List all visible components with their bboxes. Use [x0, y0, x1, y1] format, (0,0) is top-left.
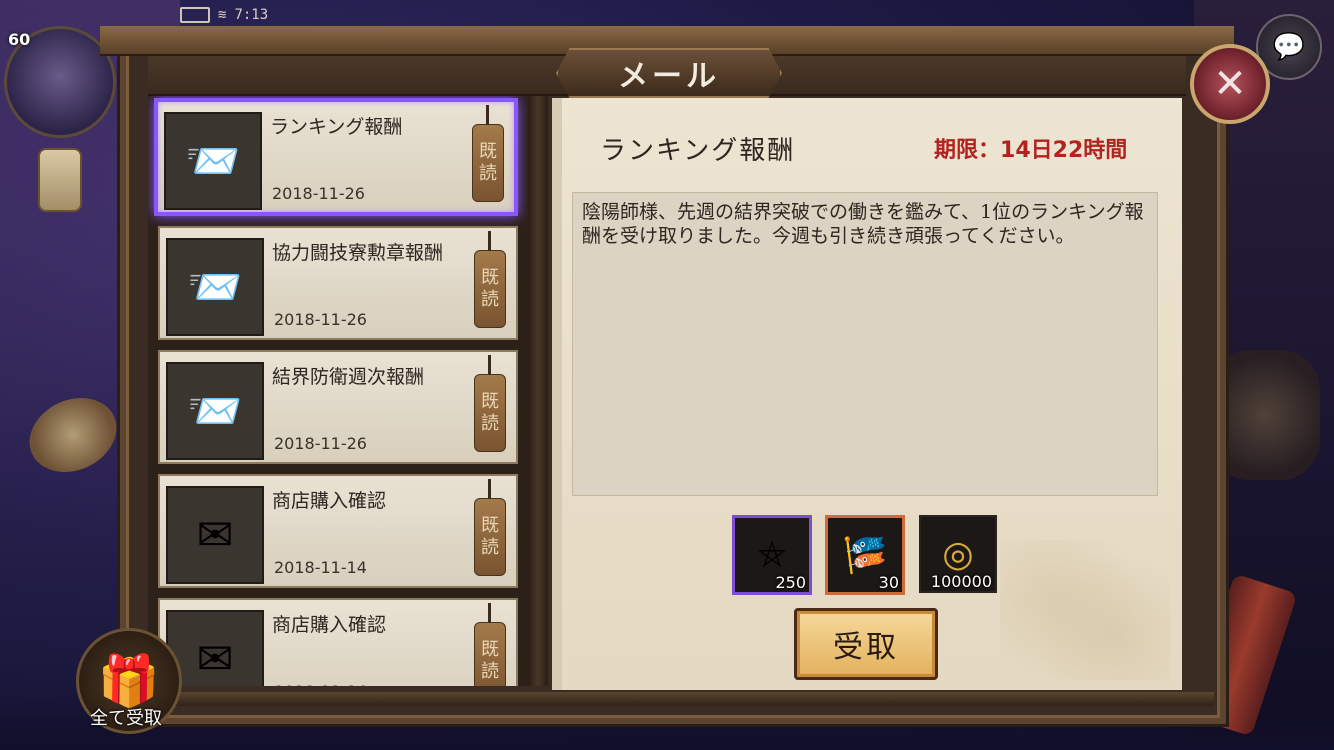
gift-box-icon: 🎁 — [97, 651, 161, 710]
wifi-icon: ≋ — [218, 7, 227, 23]
mail-item-title: ランキング報酬 — [270, 116, 403, 138]
chat-bubble-icon: 💬 — [1272, 32, 1306, 62]
close-icon: ✕ — [1213, 61, 1247, 107]
mail-item[interactable]: 📨 協力闘技寮勲章報酬 2018-11-26 既読 — [158, 226, 518, 340]
skin-banner-icon: 🎏 — [842, 535, 888, 576]
claim-all-label: 全て受取 — [90, 708, 162, 729]
status-bar: ≋ 7:13 — [180, 4, 268, 26]
reward-count: 250 — [775, 573, 806, 592]
reward-item[interactable]: 🎏 30 — [825, 515, 905, 595]
read-tag: 既読 — [474, 479, 506, 576]
charm-ornament — [38, 148, 82, 212]
reward-item[interactable]: ◎ 100000 — [919, 515, 997, 593]
read-tag: 既読 — [474, 231, 506, 328]
mail-item[interactable]: 📨 結界防衛週次報酬 2018-11-26 既読 — [158, 350, 518, 464]
mail-item-date: 2018-11-14 — [274, 682, 367, 686]
cloud-decoration — [1000, 540, 1170, 680]
player-level: 60 — [8, 30, 31, 49]
read-tag: 既読 — [474, 355, 506, 452]
battery-icon — [180, 7, 210, 23]
mail-item-date: 2018-11-14 — [274, 558, 367, 577]
mail-list[interactable]: 📨 ランキング報酬 2018-11-26 既読 📨 協力闘技寮勲章報酬 2018… — [148, 96, 528, 686]
deadline-label: 期限： — [934, 138, 1001, 163]
page-title: メール — [618, 59, 720, 94]
read-tag: 既読 — [474, 603, 506, 686]
mail-item-title: 商店購入確認 — [272, 490, 387, 512]
status-time: 7:13 — [234, 7, 269, 23]
reward-count: 30 — [878, 573, 899, 592]
mail-body-text: 陰陽師様、先週の結界突破での働きを鑑みて、1位のランキング報酬を受け取りました。… — [582, 201, 1144, 247]
silver-seal-coin-icon: ⛤ — [757, 534, 787, 575]
deadline: 期限：14日22時間 — [934, 132, 1127, 164]
mail-item-date: 2018-11-26 — [274, 310, 367, 329]
deadline-value: 14日22時間 — [1000, 138, 1128, 163]
receive-button[interactable]: 受取 — [794, 608, 938, 680]
read-tag: 既読 — [472, 105, 504, 202]
gift-envelope-icon: 📨 — [164, 112, 262, 210]
gold-coin-icon: ◎ — [942, 533, 974, 575]
reward-item[interactable]: ⛤ 250 — [732, 515, 812, 595]
title-plate: メール — [556, 48, 782, 98]
mail-item[interactable]: 📨 ランキング報酬 2018-11-26 既読 — [154, 98, 518, 216]
mail-item-title: 協力闘技寮勲章報酬 — [272, 242, 444, 264]
mail-item[interactable]: ✉ 商店購入確認 2018-11-14 既読 — [158, 598, 518, 686]
mail-item-date: 2018-11-26 — [272, 184, 365, 203]
frame-bottom-beam — [120, 692, 1214, 706]
detail-title: ランキング報酬 — [600, 136, 796, 166]
mail-item-title: 商店購入確認 — [272, 614, 387, 636]
mail-item[interactable]: ✉ 商店購入確認 2018-11-14 既読 — [158, 474, 518, 588]
close-button[interactable]: ✕ — [1190, 44, 1270, 124]
gift-envelope-icon: 📨 — [166, 238, 264, 336]
mail-item-date: 2018-11-26 — [274, 434, 367, 453]
character-figure — [1210, 350, 1320, 480]
reward-count: 100000 — [930, 572, 992, 591]
mail-item-title: 結界防衛週次報酬 — [272, 366, 425, 388]
gift-envelope-icon: 📨 — [166, 362, 264, 460]
envelope-icon: ✉ — [166, 486, 264, 584]
panel-divider — [528, 96, 548, 686]
